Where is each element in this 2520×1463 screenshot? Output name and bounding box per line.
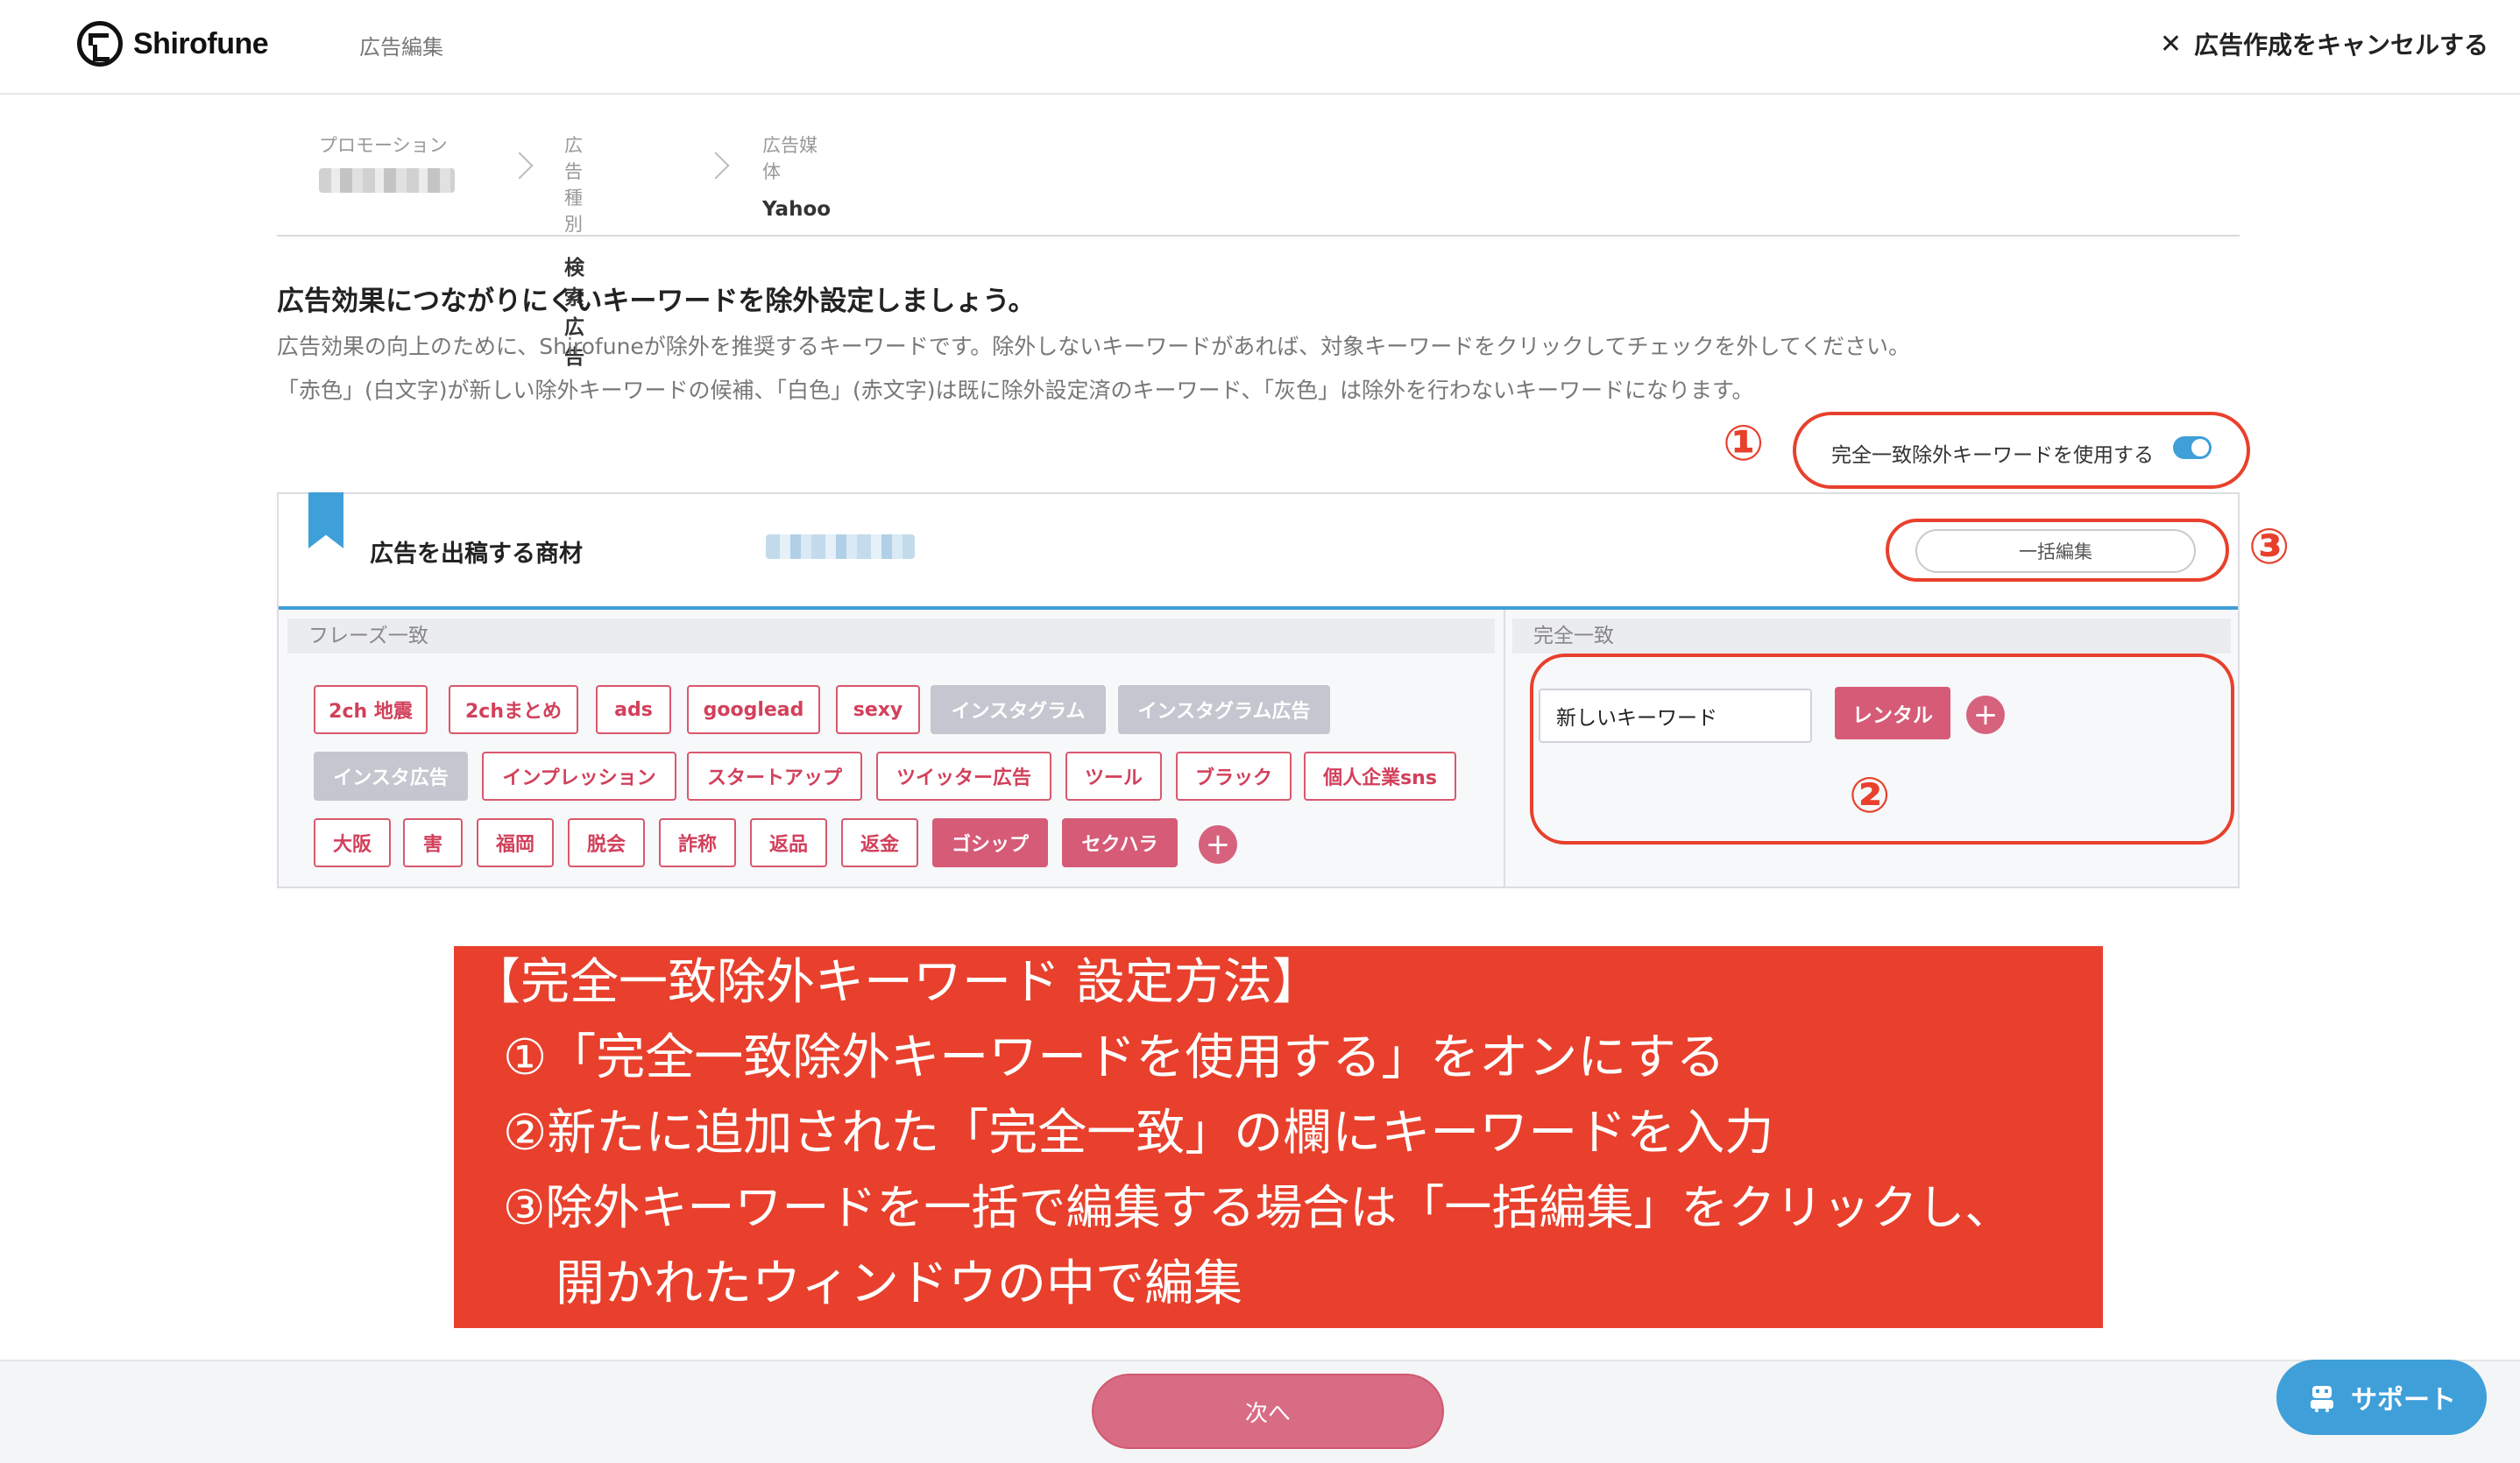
- instruction-step-2: ②新たに追加された「完全一致」の欄にキーワードを入力: [503, 1105, 1774, 1162]
- bookmark-icon: [308, 492, 343, 548]
- instruction-step-3-cont: 開かれたウィンドウの中で編集: [556, 1255, 1242, 1312]
- keyword-tag[interactable]: ブラック: [1176, 752, 1292, 801]
- shirofune-logo[interactable]: Shirofune: [77, 19, 269, 68]
- instruction-box: 【完全一致除外キーワード 設定方法】 ①「完全一致除外キーワードを使用する」をオ…: [454, 946, 2103, 1328]
- cancel-ad-creation-button[interactable]: ✕ 広告作成をキャンセルする: [2160, 26, 2488, 61]
- keyword-tag[interactable]: 返品: [750, 818, 827, 867]
- shirofune-logo-icon: [77, 21, 123, 67]
- close-icon: ✕: [2159, 28, 2182, 60]
- breadcrumb-label: 広告種別: [564, 135, 583, 235]
- chevron-right-icon: [506, 152, 534, 180]
- cancel-label: 広告作成をキャンセルする: [2193, 31, 2488, 60]
- keyword-tag[interactable]: 個人企業sns: [1304, 752, 1456, 801]
- redacted-product-name: [766, 534, 915, 559]
- section-divider: [277, 235, 2240, 237]
- breadcrumb-label: プロモーション: [319, 135, 448, 156]
- exact-match-toggle[interactable]: [2173, 436, 2212, 459]
- card-title: 広告を出稿する商材: [370, 541, 583, 568]
- exact-match-header: 完全一致: [1512, 618, 2231, 654]
- keyword-tag[interactable]: セクハラ: [1062, 818, 1178, 867]
- keyword-tag[interactable]: 脱会: [568, 818, 645, 867]
- instruction-title: 【完全一致除外キーワード 設定方法】: [471, 954, 1321, 1011]
- keyword-tag[interactable]: インスタグラム: [931, 685, 1106, 734]
- chevron-right-icon: [702, 152, 730, 180]
- keyword-tag[interactable]: 大阪: [314, 818, 391, 867]
- keyword-tag[interactable]: ゴシップ: [932, 818, 1048, 867]
- keyword-tag[interactable]: ツール: [1065, 752, 1162, 801]
- instruction-step-3: ③除外キーワードを一括で編集する場合は「一括編集」をクリックし、: [503, 1180, 2013, 1235]
- next-button[interactable]: 次へ: [1092, 1374, 1444, 1449]
- exact-match-toggle-label: 完全一致除外キーワードを使用する: [1831, 444, 2154, 467]
- keyword-tag[interactable]: 2ch 地震: [314, 685, 428, 734]
- keyword-tag[interactable]: googlead: [687, 685, 820, 734]
- bulk-edit-button[interactable]: 一括編集: [1915, 529, 2196, 573]
- phrase-match-column: フレーズ一致 2ch 地震 2chまとめ ads googlead sexy イ…: [279, 610, 1505, 887]
- add-phrase-keyword-button[interactable]: +: [1199, 825, 1237, 864]
- keyword-tag[interactable]: インスタ広告: [314, 752, 468, 801]
- breadcrumb-promotion: プロモーション: [319, 131, 455, 193]
- intro-description: 広告効果の向上のために、Shirofuneが除外を推奨するキーワードです。除外し…: [277, 334, 1911, 359]
- phrase-match-header: フレーズ一致: [287, 618, 1495, 654]
- keyword-tag[interactable]: インスタグラム広告: [1118, 685, 1330, 734]
- keyword-tag[interactable]: ツイッター広告: [876, 752, 1051, 801]
- page-title: 広告効果につながりにくいキーワードを除外設定しましょう。: [277, 286, 1036, 317]
- logo-text: Shirofune: [133, 26, 269, 60]
- keyword-tag[interactable]: 詐称: [659, 818, 736, 867]
- keyword-tag[interactable]: スタートアップ: [687, 752, 862, 801]
- annotation-marker-2: ②: [1849, 767, 1891, 824]
- keyword-tag[interactable]: 返金: [841, 818, 918, 867]
- breadcrumb-label: 広告媒体: [762, 135, 818, 182]
- intro-legend: 「赤色」(白文字)が新しい除外キーワードの候補、「白色」(赤文字)は既に除外設定…: [277, 378, 1754, 403]
- annotation-marker-1: ①: [1723, 415, 1765, 472]
- breadcrumb-value: Yahoo: [762, 198, 832, 221]
- support-label: サポート: [2351, 1385, 2456, 1416]
- keyword-tag[interactable]: 福岡: [477, 818, 554, 867]
- header-page-label: 広告編集: [359, 35, 443, 60]
- keyword-tag[interactable]: ads: [596, 685, 671, 734]
- support-button[interactable]: サポート: [2276, 1360, 2487, 1435]
- keyword-tag[interactable]: 2chまとめ: [449, 685, 578, 734]
- breadcrumb-ad-media: 広告媒体 Yahoo: [762, 131, 831, 221]
- annotation-marker-3: ③: [2248, 519, 2290, 576]
- app-header: Shirofune 広告編集 ✕ 広告作成をキャンセルする: [0, 0, 2520, 95]
- keyword-tag[interactable]: sexy: [836, 685, 920, 734]
- redacted-promotion-name: [319, 168, 455, 193]
- keyword-tag[interactable]: 害: [403, 818, 463, 867]
- instruction-step-1: ①「完全一致除外キーワードを使用する」をオンにする: [503, 1029, 1725, 1086]
- operator-icon: [2311, 1386, 2333, 1412]
- keyword-tag[interactable]: インプレッション: [482, 752, 676, 801]
